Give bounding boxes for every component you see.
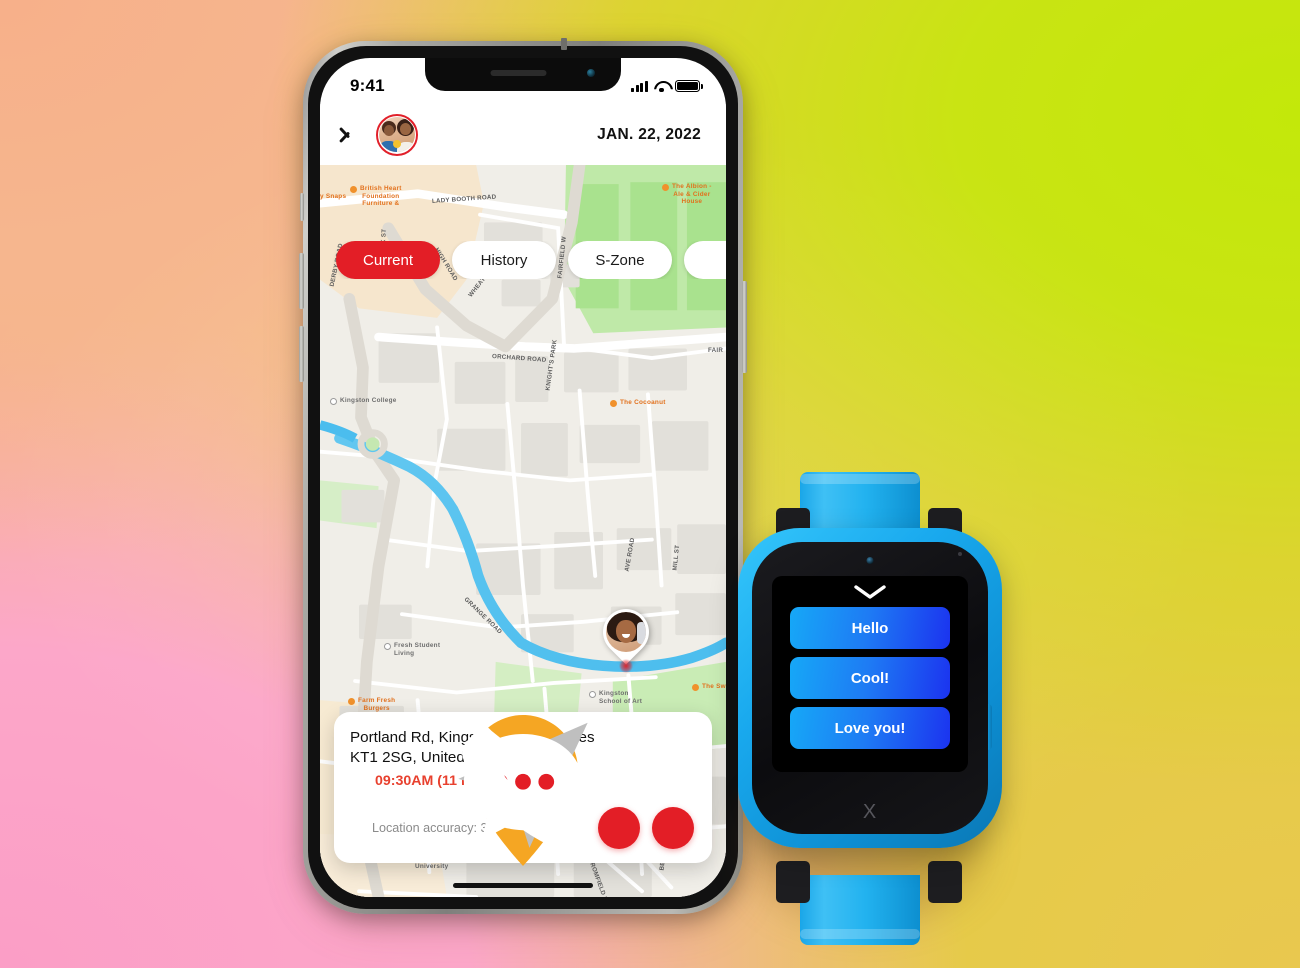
watch-sensor-icon [958,552,962,556]
volume-down-button[interactable] [299,326,304,382]
app-header: JAN. 22, 2022 [320,104,726,165]
map-poi-dot-icon [348,698,355,705]
wifi-icon [654,81,669,93]
volume-up-button[interactable] [299,253,304,309]
watch-brand-logo: X [862,801,878,823]
status-time: 9:41 [350,76,385,95]
avatar[interactable] [376,113,418,156]
call-icon [462,726,582,846]
map-poi-label: Kingston College [340,397,397,404]
map-poi-label: The Albion - Ale & Cider House [672,183,712,206]
quick-reply-hello[interactable]: Hello [790,607,950,649]
status-icons [631,80,703,93]
map-poi-dot-icon [662,184,669,191]
watch-case: Hello Cool! Love you! X [738,528,1002,848]
map-road-label: FAIR [708,347,724,354]
map-poi-label: y Snaps [320,193,347,200]
pin-teardrop [593,599,659,665]
map-poi-dot-icon [384,643,391,650]
map-view[interactable]: LADY BOOTH ROADWHEATFIELD WAYORCHARD ROA… [320,165,726,897]
watch-camera-icon [866,557,874,564]
map-poi-dot-icon [692,684,699,691]
tab-s-zone[interactable]: S-Zone [568,241,672,279]
phone-frame: 9:41 JAN. 22, 2022 LADY BOOTH ROAD ORCHA… [299,41,747,914]
card-action-buttons [462,726,694,849]
map-poi-label: Farm Fresh Burgers [358,697,396,712]
pin-avatar-photo [606,612,646,652]
phone-device: 9:41 JAN. 22, 2022 LADY BOOTH ROAD ORCHA… [299,38,747,921]
quick-reply-cool[interactable]: Cool! [790,657,950,699]
front-camera-icon [587,69,595,77]
power-button[interactable] [742,281,747,373]
tab-current[interactable]: Current [336,241,440,279]
phone-bezel: 9:41 JAN. 22, 2022 LADY BOOTH ROAD ORCHA… [308,46,738,909]
quick-reply-love-you[interactable]: Love you! [790,707,950,749]
map-filter-tabs[interactable]: Current History S-Zone [320,241,726,279]
phone-notch [425,58,621,91]
screenshot-stage: 9:41 JAN. 22, 2022 LADY BOOTH ROAD ORCHA… [0,0,1300,968]
map-poi-dot-icon [330,398,337,405]
user-location-pin[interactable] [593,599,659,673]
map-poi-label: Kingston School of Art [599,690,643,705]
map-poi-dot-icon [350,186,357,193]
home-indicator[interactable] [453,883,593,888]
phone-antenna-line [561,38,567,50]
card-footer: Location accuracy: 30 meters [350,722,694,849]
map-poi-dot-icon [610,400,617,407]
battery-full-icon [675,80,703,92]
watch-bezel: Hello Cool! Love you! X [752,542,988,834]
pin-pulse-dot [619,659,633,673]
tab-history[interactable]: History [452,241,556,279]
watch-screen[interactable]: Hello Cool! Love you! [772,576,968,772]
watch-lug-bottom-left [776,861,810,903]
watch-lug-bottom-right [928,861,962,903]
smartwatch-device: Hello Cool! Love you! X [720,470,1020,945]
map-poi-label: British Heart Foundation Furniture & [360,185,402,208]
call-button[interactable] [462,726,694,849]
map-poi-label: The Cocoanut [620,399,666,406]
watch-band-bottom [800,875,920,945]
phone-screen: 9:41 JAN. 22, 2022 LADY BOOTH ROAD ORCHA… [320,58,726,897]
silent-switch[interactable] [300,193,304,221]
map-poi-label: Fresh Student Living [394,642,441,657]
back-chevron-icon[interactable] [342,120,364,150]
earpiece-speaker [490,70,547,76]
cellular-bars-icon [631,80,648,92]
tab-more[interactable] [684,241,726,279]
location-info-card: Portland Rd, Kingston upon Thames KT1 2S… [334,712,712,866]
header-date: JAN. 22, 2022 [597,125,701,143]
map-poi-dot-icon [589,691,596,698]
chevron-down-icon[interactable] [854,585,886,599]
avatar-photo [379,116,415,153]
map-poi-label: Drum [320,892,338,897]
